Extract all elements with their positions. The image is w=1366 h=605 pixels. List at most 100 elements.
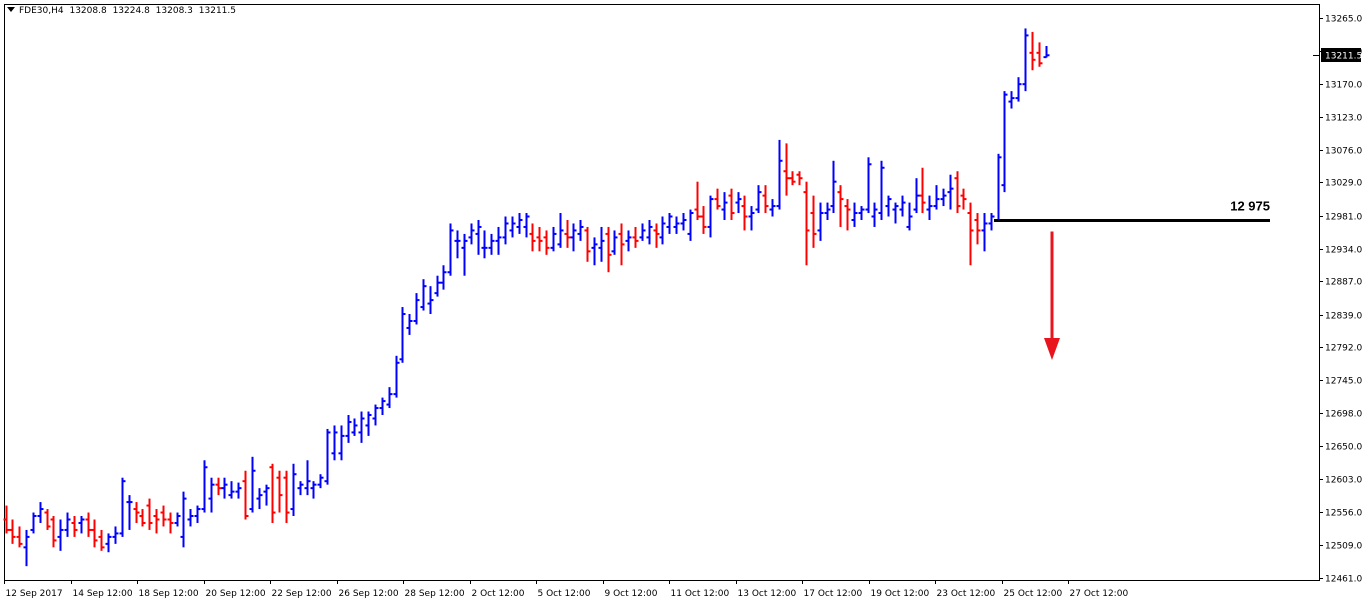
ohlc-bar	[180, 491, 187, 548]
ohlc-bar	[194, 505, 201, 523]
close-value: 13211.5	[198, 6, 236, 16]
ohlc-bar	[892, 202, 899, 224]
ohlc-bar	[427, 286, 434, 315]
ohlc-bar	[447, 223, 454, 276]
ohlc-bar	[646, 219, 653, 245]
x-tick-label: 28 Sep 12:00	[405, 589, 465, 599]
ohlc-bar	[995, 153, 1002, 221]
ohlc-bar	[611, 230, 618, 255]
ohlc-bar	[23, 529, 30, 567]
ohlc-bar	[653, 223, 660, 248]
ohlc-bar	[201, 460, 208, 513]
ohlc-bar	[119, 477, 126, 537]
ohlc-bar	[536, 226, 543, 252]
ohlc-bar	[919, 167, 926, 214]
ohlc-bar	[735, 192, 742, 214]
x-tick-label: 19 Oct 12:00	[871, 589, 930, 599]
ohlc-bar	[167, 512, 174, 534]
x-tick-label: 23 Oct 12:00	[937, 589, 996, 599]
ohlc-bar	[420, 279, 427, 311]
plot-frame	[4, 4, 1320, 581]
ohlc-bar	[1043, 46, 1050, 59]
ohlc-bar	[235, 482, 242, 499]
ohlc-bar	[283, 470, 290, 523]
ohlc-bar	[481, 230, 488, 259]
ohlc-bar	[728, 188, 735, 220]
ohlc-bar	[844, 199, 851, 231]
ohlc-bar	[256, 488, 263, 510]
ohlc-bar	[331, 425, 338, 461]
ohlc-bar	[584, 226, 591, 262]
ohlc-bar	[878, 160, 885, 220]
y-tick-label: 12887.0	[1325, 278, 1362, 288]
y-tick-label: 13123.0	[1325, 114, 1362, 124]
ohlc-bar	[112, 526, 119, 544]
ohlc-bar	[133, 502, 140, 523]
ohlc-bar	[516, 213, 523, 234]
y-tick-label: 12461.0	[1325, 575, 1362, 585]
ohlc-bar	[598, 226, 605, 262]
x-tick-label: 5 Oct 12:00	[538, 589, 591, 599]
down-arrow-icon	[1044, 338, 1060, 360]
support-level-label: 12 975	[1230, 199, 1270, 214]
ohlc-bar	[434, 275, 441, 297]
x-tick-label: 9 Oct 12:00	[605, 589, 658, 599]
y-tick-label: 13029.0	[1325, 179, 1362, 189]
ohlc-bar	[837, 185, 844, 227]
open-value: 13208.8	[69, 6, 107, 16]
ohlc-bar	[769, 199, 776, 217]
ohlc-bar	[871, 202, 878, 227]
high-value: 13224.8	[112, 6, 150, 16]
ohlc-bar	[1008, 91, 1015, 109]
collapse-triangle-icon[interactable]	[7, 7, 15, 12]
ohlc-bar	[625, 230, 632, 252]
ohlc-bar	[44, 509, 51, 530]
ohlc-bar	[954, 171, 961, 214]
ohlc-bar	[160, 505, 167, 527]
ohlc-bar	[488, 233, 495, 255]
ohlc-bar	[1029, 31, 1036, 71]
y-tick-label: 12745.0	[1325, 377, 1362, 387]
ohlc-bar	[680, 213, 687, 231]
ohlc-bar	[174, 512, 181, 527]
y-tick-label: 13170.0	[1325, 81, 1362, 91]
x-tick-label: 12 Sep 2017	[6, 589, 63, 599]
ohlc-bar	[454, 230, 461, 259]
price-chart[interactable]: 13265.013218.013170.013123.013076.013029…	[0, 0, 1366, 605]
ohlc-bar	[577, 219, 584, 241]
ohlc-bar	[700, 206, 707, 234]
ohlc-bar	[810, 195, 817, 248]
ohlc-bar	[310, 481, 317, 499]
ohlc-bar	[406, 314, 413, 335]
ohlc-bar	[776, 139, 783, 210]
ohlc-bar	[865, 157, 872, 214]
low-value: 13208.3	[155, 6, 193, 16]
chart-window[interactable]: 13265.013218.013170.013123.013076.013029…	[0, 0, 1366, 605]
x-tick-label: 22 Sep 12:00	[272, 589, 332, 599]
ohlc-bar	[386, 387, 393, 409]
ohlc-bar	[639, 223, 646, 241]
ohlc-bar	[981, 213, 988, 252]
y-tick-label: 12792.0	[1325, 344, 1362, 354]
y-tick-label: 12603.0	[1325, 476, 1362, 486]
ohlc-bar	[208, 477, 215, 513]
ohlc-bar	[824, 202, 831, 220]
ohlc-bar	[372, 404, 379, 426]
ohlc-bar	[913, 178, 920, 214]
ohlc-bar	[988, 213, 995, 231]
y-tick-label: 12698.0	[1325, 410, 1362, 420]
ohlc-bar	[543, 230, 550, 255]
y-tick-label: 12650.0	[1325, 443, 1362, 453]
ohlc-bar	[858, 206, 865, 220]
ohlc-bar	[666, 213, 673, 234]
ohlc-bar	[317, 474, 324, 489]
y-tick-label: 12556.0	[1325, 509, 1362, 519]
ohlc-bar	[803, 181, 810, 266]
ohlc-bar	[851, 202, 858, 227]
ohlc-bar	[440, 265, 447, 290]
ohlc-bar	[933, 185, 940, 210]
ohlc-bar	[324, 428, 331, 485]
ohlc-bar	[461, 233, 468, 276]
ohlc-bar	[98, 529, 105, 551]
ohlc-bar	[30, 512, 37, 534]
